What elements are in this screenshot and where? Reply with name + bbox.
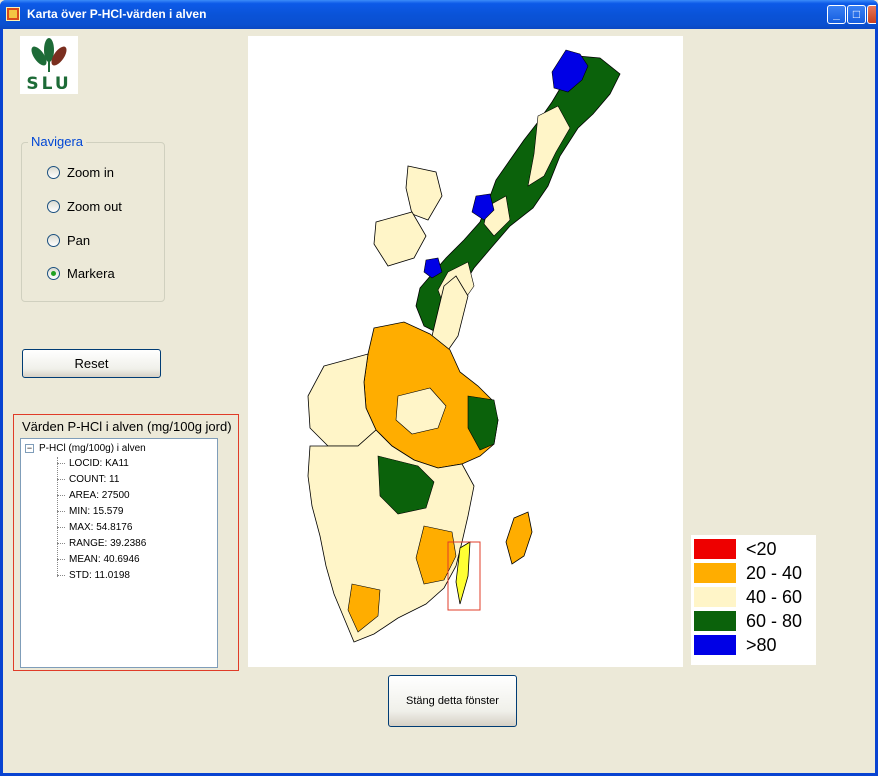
legend-item-lt20: <20 xyxy=(694,539,777,559)
values-panel-title: Värden P-HCl i alven (mg/100g jord) xyxy=(22,419,232,434)
legend-swatch-lt20 xyxy=(694,539,736,559)
close-window-button[interactable] xyxy=(867,5,876,24)
tree-item-count[interactable]: COUNT: 11 xyxy=(57,471,119,487)
slu-logo: SLU xyxy=(20,36,78,94)
radio-markera-label: Markera xyxy=(67,265,115,281)
radio-markera[interactable]: Markera xyxy=(47,264,115,282)
app-window: Karta över P-HCl-värden i alven _ □ SLU … xyxy=(0,0,878,776)
legend-swatch-gt80 xyxy=(694,635,736,655)
map-canvas[interactable] xyxy=(248,36,683,667)
legend-swatch-60-80 xyxy=(694,611,736,631)
close-window-action-button[interactable]: Stäng detta fönster xyxy=(388,675,517,727)
tree-root-label: P-HCl (mg/100g) i alven xyxy=(39,442,146,454)
tree-item-mean[interactable]: MEAN: 40.6946 xyxy=(57,551,140,567)
radio-markera-indicator[interactable] xyxy=(47,266,60,280)
values-tree[interactable]: − P-HCl (mg/100g) i alven LOCID: KA11 CO… xyxy=(20,438,218,668)
window-title: Karta över P-HCl-värden i alven xyxy=(27,7,207,21)
tree-item-area[interactable]: AREA: 27500 xyxy=(57,487,130,503)
radio-zoom-out-indicator[interactable] xyxy=(47,199,60,213)
minimize-button[interactable]: _ xyxy=(827,5,846,24)
maximize-button[interactable]: □ xyxy=(847,5,866,24)
legend-item-40-60: 40 - 60 xyxy=(694,587,802,607)
navigate-group-title: Navigera xyxy=(28,134,87,149)
map-legend: <20 20 - 40 40 - 60 60 - 80 >80 xyxy=(691,535,816,665)
title-bar[interactable]: Karta över P-HCl-värden i alven _ □ xyxy=(0,0,878,29)
tree-item-std[interactable]: STD: 11.0198 xyxy=(57,567,130,583)
radio-pan-indicator[interactable] xyxy=(47,233,60,247)
radio-zoom-out-label: Zoom out xyxy=(67,198,122,214)
radio-zoom-in-label: Zoom in xyxy=(67,164,114,180)
tree-root[interactable]: − P-HCl (mg/100g) i alven xyxy=(25,441,146,455)
legend-swatch-20-40 xyxy=(694,563,736,583)
tree-item-range[interactable]: RANGE: 39.2386 xyxy=(57,535,146,551)
app-icon xyxy=(6,7,20,21)
tree-item-max[interactable]: MAX: 54.8176 xyxy=(57,519,132,535)
legend-item-gt80: >80 xyxy=(694,635,777,655)
reset-button[interactable]: Reset xyxy=(22,349,161,378)
radio-zoom-out[interactable]: Zoom out xyxy=(47,197,122,215)
tree-item-min[interactable]: MIN: 15.579 xyxy=(57,503,123,519)
radio-pan-label: Pan xyxy=(67,232,91,248)
radio-zoom-in[interactable]: Zoom in xyxy=(47,163,114,181)
radio-pan[interactable]: Pan xyxy=(47,231,90,249)
logo-text: SLU xyxy=(26,74,72,94)
sweden-region-map[interactable] xyxy=(248,36,683,667)
leaf-icon xyxy=(31,38,67,72)
values-panel: Värden P-HCl i alven (mg/100g jord) − P-… xyxy=(13,414,239,671)
legend-item-20-40: 20 - 40 xyxy=(694,563,802,583)
legend-swatch-40-60 xyxy=(694,587,736,607)
collapse-icon[interactable]: − xyxy=(25,443,34,453)
legend-item-60-80: 60 - 80 xyxy=(694,611,802,631)
radio-zoom-in-indicator[interactable] xyxy=(47,165,60,179)
tree-item-locid[interactable]: LOCID: KA11 xyxy=(57,455,129,471)
